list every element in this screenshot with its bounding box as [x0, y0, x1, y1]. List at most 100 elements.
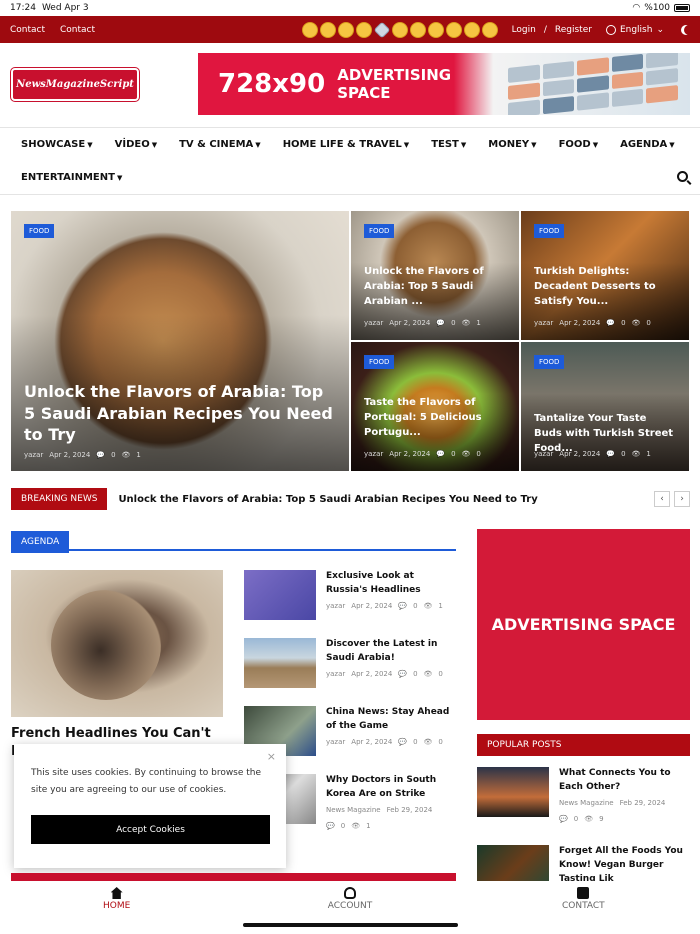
emoji-icon[interactable] [301, 21, 318, 38]
section-tab[interactable]: AGENDA [11, 531, 70, 553]
dark-mode-toggle-icon[interactable] [684, 25, 694, 35]
popular-post[interactable]: What Connects You to Each Other? News Ma… [477, 767, 690, 827]
login-link[interactable]: Login [512, 25, 536, 35]
nav-item-entertainment[interactable]: ENTERTAINMENT ▼ [21, 161, 122, 194]
author[interactable]: yazar [364, 319, 383, 327]
article-title[interactable]: Unlock the Flavors of Arabia: Top 5 Saud… [24, 381, 337, 446]
article-title[interactable]: What Connects You to Each Other? [559, 767, 691, 795]
cookie-message: This site uses cookies. By continuing to… [31, 768, 262, 796]
article-image[interactable] [11, 570, 223, 717]
comment-icon: 💬 [398, 670, 408, 678]
prev-arrow-button[interactable]: ‹ [654, 491, 670, 507]
emoji-icon[interactable] [481, 21, 498, 38]
hero-main-article[interactable]: FOOD Unlock the Flavors of Arabia: Top 5… [11, 211, 349, 471]
hero-article[interactable]: FOOD Unlock the Flavors of Arabia: Top 5… [351, 211, 519, 340]
emoji-icon[interactable] [409, 21, 426, 38]
author[interactable]: yazar [24, 451, 43, 459]
category-badge[interactable]: FOOD [534, 224, 565, 238]
emoji-icon[interactable] [427, 21, 444, 38]
chevron-down-icon: ⌄ [656, 24, 664, 35]
tab-contact[interactable]: CONTACT [467, 881, 700, 934]
featured-article[interactable]: French Headlines You Can't M [11, 570, 223, 760]
nav-item-test[interactable]: TEST ▼ [431, 128, 466, 161]
category-badge[interactable]: FOOD [24, 224, 55, 238]
author[interactable]: yazar [364, 450, 383, 458]
article-title[interactable]: Why Doctors in South Korea Are on Strike [326, 774, 458, 802]
category-badge[interactable]: FOOD [364, 224, 395, 238]
breaking-news-bar: BREAKING NEWS Unlock the Flavors of Arab… [11, 487, 690, 511]
article-title[interactable]: Taste the Flavors of Portugal: 5 Delicio… [364, 395, 507, 440]
author[interactable]: News Magazine [559, 799, 614, 807]
popular-post[interactable]: Forget All the Foods You Know! Vegan Bur… [477, 845, 690, 881]
hero-article[interactable]: FOOD Taste the Flavors of Portugal: 5 De… [351, 342, 519, 471]
category-badge[interactable]: FOOD [364, 355, 395, 369]
author[interactable]: News Magazine [326, 806, 381, 814]
header-ad-banner[interactable]: 728x90 ADVERTISING SPACE [198, 53, 690, 115]
sidebar-ad[interactable]: ADVERTISING SPACE [477, 529, 690, 720]
article-thumbnail[interactable] [244, 638, 316, 688]
hero-article[interactable]: FOOD Tantalize Your Taste Buds with Turk… [521, 342, 689, 471]
site-logo[interactable]: NewsMagazineScript [11, 68, 139, 101]
nav-item-video[interactable]: VİDEO ▼ [115, 128, 157, 161]
emoji-icon[interactable] [337, 21, 354, 38]
contact-link[interactable]: Contact [60, 25, 95, 35]
list-item[interactable]: Discover the Latest in Saudi Arabia! yaz… [244, 638, 456, 706]
contact-link[interactable]: Contact [10, 25, 45, 35]
list-item[interactable]: Exclusive Look at Russia's Headlines yaz… [244, 570, 456, 638]
eye-icon: 👁 [423, 602, 433, 610]
ad-thumbnails [508, 53, 678, 115]
comment-icon: 💬 [606, 450, 616, 458]
eye-icon: 👁 [351, 822, 361, 830]
article-title[interactable]: Forget All the Foods You Know! Vegan Bur… [559, 845, 690, 881]
nav-label: AGENDA [620, 139, 668, 150]
nav-item-food[interactable]: FOOD ▼ [559, 128, 599, 161]
nav-item-money[interactable]: MONEY ▼ [488, 128, 536, 161]
article-thumbnail[interactable] [244, 570, 316, 620]
author[interactable]: yazar [326, 670, 345, 678]
globe-icon [605, 24, 616, 35]
comment-count: 0 [451, 450, 456, 458]
date: Feb 29, 2024 [619, 799, 666, 807]
section-header-agenda: AGENDA [11, 529, 456, 553]
article-title[interactable]: Discover the Latest in Saudi Arabia! [326, 638, 458, 666]
emoji-icon[interactable] [355, 21, 372, 38]
article-title[interactable]: Exclusive Look at Russia's Headlines [326, 570, 458, 598]
accept-cookies-button[interactable]: Accept Cookies [31, 815, 270, 844]
rocket-icon[interactable] [373, 21, 391, 38]
nav-item-agenda[interactable]: AGENDA ▼ [620, 128, 675, 161]
comment-count: 0 [413, 738, 418, 746]
emoji-icon[interactable] [463, 21, 480, 38]
author[interactable]: yazar [534, 450, 553, 458]
date: Feb 29, 2024 [386, 806, 433, 814]
tab-home[interactable]: HOME [0, 881, 233, 934]
language-selector[interactable]: English ⌄ [605, 24, 664, 35]
author[interactable]: yazar [326, 738, 345, 746]
close-icon[interactable]: × [267, 750, 276, 763]
nav-item-home-life-travel[interactable]: HOME LIFE & TRAVEL ▼ [283, 128, 410, 161]
emoji-icon[interactable] [445, 21, 462, 38]
breaking-news-label: BREAKING NEWS [11, 488, 108, 510]
breaking-news-headline[interactable]: Unlock the Flavors of Arabia: Top 5 Saud… [118, 494, 537, 505]
register-link[interactable]: Register [555, 25, 592, 35]
article-thumbnail[interactable] [477, 845, 549, 881]
hero-article[interactable]: FOOD Turkish Delights: Decadent Desserts… [521, 211, 689, 340]
emoji-icon[interactable] [391, 21, 408, 38]
battery-percent: %100 [644, 3, 670, 13]
author[interactable]: yazar [534, 319, 553, 327]
article-thumbnail[interactable] [477, 767, 549, 817]
eye-icon: 👁 [631, 450, 641, 458]
emoji-icon[interactable] [319, 21, 336, 38]
status-date: Wed Apr 3 [41, 3, 89, 13]
view-count: 0 [438, 738, 443, 746]
search-icon[interactable] [677, 171, 688, 182]
comment-count: 0 [451, 319, 456, 327]
nav-item-showcase[interactable]: SHOWCASE ▼ [21, 128, 93, 161]
next-arrow-button[interactable]: › [674, 491, 690, 507]
author[interactable]: yazar [326, 602, 345, 610]
article-title[interactable]: Unlock the Flavors of Arabia: Top 5 Saud… [364, 264, 507, 309]
article-title[interactable]: Turkish Delights: Decadent Desserts to S… [534, 264, 677, 309]
article-title[interactable]: China News: Stay Ahead of the Game [326, 706, 458, 734]
nav-item-tv-cinema[interactable]: TV & CINEMA ▼ [179, 128, 261, 161]
category-badge[interactable]: FOOD [534, 355, 565, 369]
article-meta: yazar Apr 2, 2024 💬 0 👁 0 [326, 738, 443, 746]
